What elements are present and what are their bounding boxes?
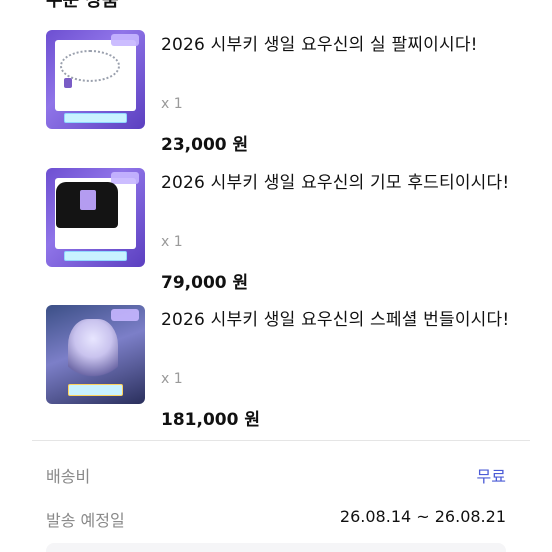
section-divider: [32, 440, 530, 441]
shipping-fee-value: 무료: [476, 467, 506, 486]
thumbnail-banner: [64, 251, 127, 261]
brand-logo-tag: [111, 309, 139, 321]
product-quantity: x 1: [161, 371, 183, 387]
product-item-1[interactable]: 2026 시부키 생일 요우신의 실 팔찌이시다! x 1 23,000 원: [46, 30, 516, 168]
thumbnail-banner: [64, 113, 127, 123]
product-info: 2026 시부키 생일 요우신의 기모 후드티이시다! x 1 79,000 원: [161, 168, 516, 293]
product-item-2[interactable]: 2026 시부키 생일 요우신의 기모 후드티이시다! x 1 79,000 원: [46, 168, 516, 306]
product-title[interactable]: 2026 시부키 생일 요우신의 스페셜 번들이시다!: [161, 305, 516, 365]
hoodie-print: [80, 190, 96, 210]
product-price: 181,000 원: [161, 410, 260, 430]
character-illustration: [68, 319, 118, 385]
brand-logo-tag: [111, 34, 139, 46]
shipping-fee-row: 배송비 무료: [46, 463, 506, 487]
product-quantity: x 1: [161, 234, 183, 250]
shipping-fee-label: 배송비: [46, 467, 91, 486]
product-quantity: x 1: [161, 96, 183, 112]
section-header: 주문 상품: [46, 0, 119, 11]
product-item-3[interactable]: 2026 시부키 생일 요우신의 스페셜 번들이시다! x 1 181,000 …: [46, 305, 516, 443]
ship-date-value: 26.08.14 ~ 26.08.21: [339, 507, 506, 526]
product-price: 23,000 원: [161, 135, 249, 155]
ship-date-label: 발송 예정일: [46, 511, 125, 530]
product-thumbnail-bracelet[interactable]: [46, 30, 145, 129]
product-title[interactable]: 2026 시부키 생일 요우신의 기모 후드티이시다!: [161, 168, 516, 228]
ship-date-row: 발송 예정일 26.08.14 ~ 26.08.21: [46, 507, 506, 531]
product-info: 2026 시부키 생일 요우신의 실 팔찌이시다! x 1 23,000 원: [161, 30, 516, 155]
product-thumbnail-bundle[interactable]: [46, 305, 145, 404]
bracelet-charm: [64, 78, 72, 88]
product-thumbnail-hoodie[interactable]: [46, 168, 145, 267]
thumbnail-banner: [68, 384, 123, 396]
brand-logo-tag: [111, 172, 139, 184]
product-price: 79,000 원: [161, 273, 249, 293]
info-box: [46, 543, 506, 552]
product-info: 2026 시부키 생일 요우신의 스페셜 번들이시다! x 1 181,000 …: [161, 305, 516, 430]
product-title[interactable]: 2026 시부키 생일 요우신의 실 팔찌이시다!: [161, 30, 516, 90]
